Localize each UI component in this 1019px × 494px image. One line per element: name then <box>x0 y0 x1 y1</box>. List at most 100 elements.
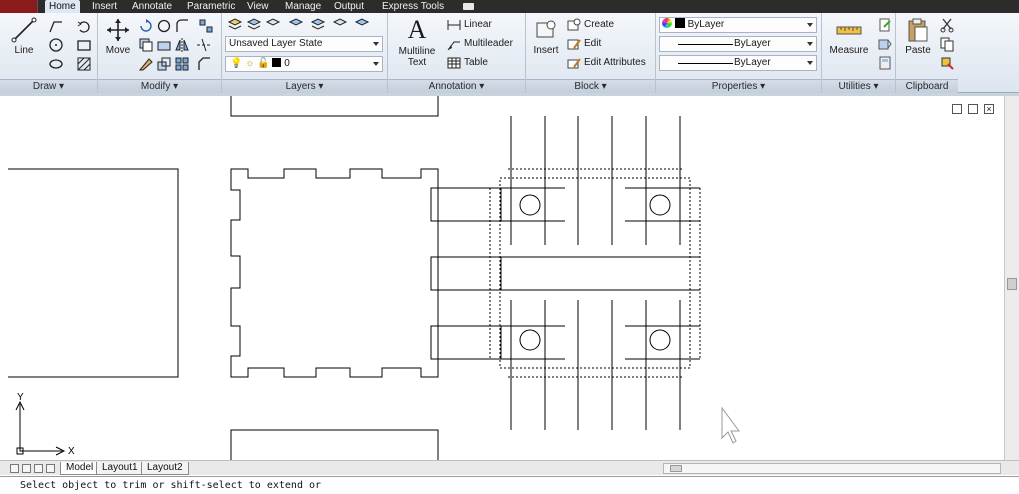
create-label[interactable]: Create <box>584 19 614 30</box>
fillet-icon[interactable] <box>174 18 190 34</box>
copy-icon[interactable] <box>138 37 154 53</box>
panel-title-properties[interactable]: Properties ▾ <box>656 79 821 93</box>
application-menu-button[interactable] <box>0 0 38 13</box>
grid-circle-4 <box>649 329 671 351</box>
insert-block-button[interactable]: Insert <box>530 17 562 56</box>
grid-circle-2 <box>649 194 671 216</box>
layer-lock-icon[interactable] <box>354 17 370 33</box>
panel-layers: Unsaved Layer State 💡 ☼ 🔓 0 Layers ▾ <box>222 13 388 93</box>
linetype-dropdown[interactable]: ByLayer <box>659 36 817 52</box>
create-block-icon[interactable] <box>566 17 582 33</box>
viewport-window-controls: × <box>952 104 998 116</box>
tab-manage[interactable]: Manage <box>281 0 325 13</box>
last-layout-button[interactable] <box>46 464 55 473</box>
panel-title-annotation[interactable]: Annotation ▾ <box>388 79 525 93</box>
linear-label[interactable]: Linear <box>464 19 492 30</box>
layer-isolate-icon[interactable] <box>265 17 281 33</box>
edit-attributes-label[interactable]: Edit Attributes <box>584 57 646 68</box>
edit-attributes-icon[interactable] <box>566 55 582 71</box>
edit-label[interactable]: Edit <box>584 38 601 49</box>
cursor-icon <box>721 406 740 444</box>
tab-home[interactable]: Home <box>45 0 80 13</box>
rectangular-array-icon[interactable] <box>174 56 190 72</box>
horizontal-scrollbar[interactable] <box>663 463 1001 474</box>
ellipse-icon[interactable] <box>48 56 64 72</box>
prev-layout-button[interactable] <box>22 464 31 473</box>
command-line[interactable]: Select object to trim or shift-select to… <box>0 476 1019 494</box>
layout-tab-layout2[interactable]: Layout2 <box>141 462 189 475</box>
hatch-icon[interactable] <box>76 56 92 72</box>
panel-title-modify[interactable]: Modify ▾ <box>98 79 221 93</box>
rotate-icon[interactable] <box>138 18 154 34</box>
erase-icon[interactable] <box>138 56 154 72</box>
ucs-y-label: Y <box>17 392 24 403</box>
cut-icon[interactable] <box>939 17 955 33</box>
array-icon[interactable] <box>198 18 214 34</box>
first-layout-button[interactable] <box>10 464 19 473</box>
trim-icon[interactable] <box>196 37 212 53</box>
lineweight-dropdown[interactable]: ByLayer <box>659 55 817 71</box>
match-properties-icon[interactable] <box>939 55 955 71</box>
quick-select-icon[interactable] <box>877 17 893 33</box>
scale-icon[interactable] <box>156 56 172 72</box>
layer-match-icon[interactable] <box>332 17 348 33</box>
table-label[interactable]: Table <box>464 57 488 68</box>
undo-arc-icon[interactable] <box>76 18 92 34</box>
mirror-icon[interactable] <box>174 37 190 53</box>
tab-parametric[interactable]: Parametric <box>183 0 239 13</box>
layer-state-icon[interactable] <box>246 17 262 33</box>
select-all-icon[interactable] <box>877 36 893 52</box>
linear-dimension-icon[interactable] <box>446 17 462 33</box>
layout-tab-model[interactable]: Model <box>60 462 100 475</box>
drawing-canvas[interactable]: Y X <box>0 96 1004 460</box>
panel-title-clipboard[interactable]: Clipboard <box>896 79 958 93</box>
viewport-close-icon[interactable]: × <box>984 104 994 114</box>
ucs-x-label: X <box>68 446 75 457</box>
color-dropdown[interactable]: ByLayer <box>659 17 817 33</box>
circle-icon[interactable] <box>48 37 64 53</box>
tab-view[interactable]: View <box>243 0 273 13</box>
tab-output[interactable]: Output <box>330 0 368 13</box>
color-swatch <box>674 18 685 28</box>
next-layout-button[interactable] <box>34 464 43 473</box>
rectangle-icon[interactable] <box>76 37 92 53</box>
vertical-scrollbar[interactable] <box>1004 96 1019 460</box>
layer-properties-icon[interactable] <box>227 17 243 33</box>
calculator-icon[interactable] <box>877 55 893 71</box>
layer-walk-icon[interactable] <box>288 17 304 33</box>
edit-block-icon[interactable] <box>566 36 582 52</box>
vertical-scroll-thumb[interactable] <box>1007 278 1017 290</box>
copy-clip-icon[interactable] <box>939 36 955 52</box>
table-icon[interactable] <box>446 55 462 71</box>
layout-tab-bar: Model Layout1 Layout2 <box>0 460 1019 475</box>
polyline-icon[interactable] <box>48 18 64 34</box>
measure-button[interactable]: Measure <box>826 17 872 56</box>
line-button[interactable]: Line <box>8 17 40 56</box>
multiline-text-button[interactable]: A Multiline Text <box>394 16 440 69</box>
horizontal-scroll-thumb[interactable] <box>670 465 682 472</box>
layers-title: Layers <box>285 81 316 92</box>
copy-circle-icon[interactable] <box>156 18 172 34</box>
layer-state-dropdown[interactable]: Unsaved Layer State <box>225 36 383 52</box>
multileader-label[interactable]: Multileader <box>464 38 513 49</box>
layout-tab-layout1[interactable]: Layout1 <box>96 462 144 475</box>
stretch-icon[interactable] <box>156 37 172 53</box>
viewport-restore-icon[interactable] <box>968 104 978 114</box>
move-button[interactable]: Move <box>102 17 134 56</box>
tab-annotate[interactable]: Annotate <box>128 0 176 13</box>
chamfer-icon[interactable] <box>196 56 212 72</box>
viewport-minimize-icon[interactable] <box>952 104 962 114</box>
paste-button[interactable]: Paste <box>900 17 936 56</box>
panel-title-block[interactable]: Block ▾ <box>526 79 655 93</box>
layer-freeze-icon[interactable] <box>310 17 326 33</box>
panel-title-draw[interactable]: Draw ▾ <box>0 79 97 93</box>
panel-title-layers[interactable]: Layers ▾ <box>222 79 387 93</box>
panel-title-utilities[interactable]: Utilities ▾ <box>822 79 895 93</box>
tab-express-tools[interactable]: Express Tools <box>378 0 448 13</box>
grid-verticals <box>510 116 681 430</box>
tab-insert[interactable]: Insert <box>88 0 121 13</box>
minimize-ribbon-icon[interactable] <box>463 3 474 10</box>
measure-label: Measure <box>829 45 869 56</box>
multileader-icon[interactable] <box>446 36 462 52</box>
current-layer-dropdown[interactable]: 💡 ☼ 🔓 0 <box>225 56 383 72</box>
